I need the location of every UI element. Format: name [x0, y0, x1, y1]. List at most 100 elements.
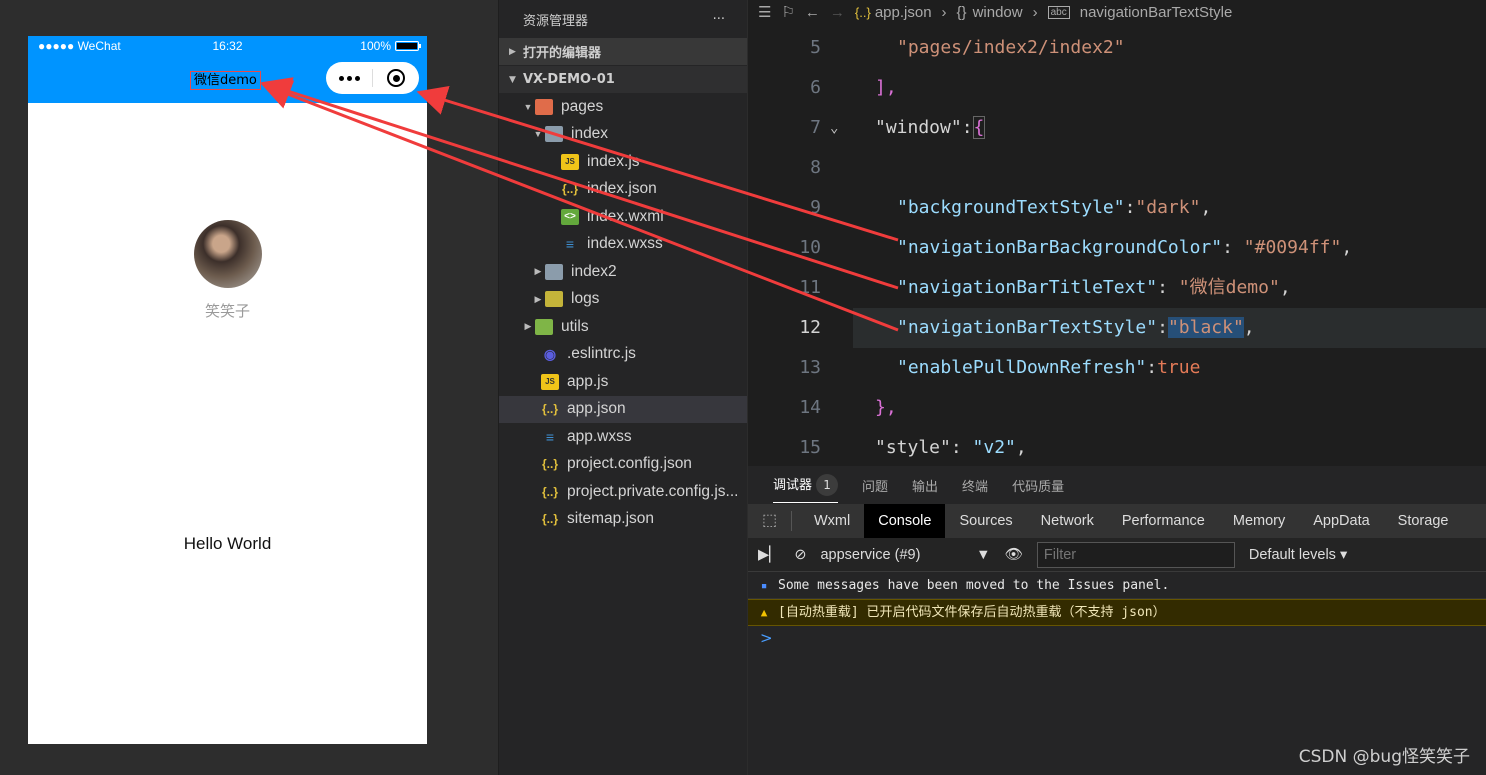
tree-item-pages[interactable]: ▼ pages [499, 93, 747, 121]
tree-item-index-json[interactable]: {..} index.json [499, 176, 747, 204]
js-file-icon: JS [541, 373, 559, 390]
devtools-panel: 调试器 1 问题 输出 终端 代码质量 ⬚ Wxml Console Source… [748, 466, 1486, 775]
avatar [194, 220, 262, 288]
breadcrumb: ☰ ⚐ ← → {..} app.json › {} window › abc … [748, 0, 1486, 24]
console-message-info: ▪ Some messages have been moved to the I… [748, 572, 1486, 599]
console-prompt[interactable]: > [748, 626, 1486, 650]
nav-title: 微信demo [190, 71, 261, 90]
tree-item-label: logs [571, 290, 600, 308]
simulator-pane: ●●●●● WeChat 16:32 100% 微信demo 笑笑子 Hello… [0, 0, 498, 775]
tab-appdata[interactable]: AppData [1299, 504, 1383, 538]
tree-item-label: app.wxss [567, 427, 632, 445]
json-file-icon: {..} [561, 182, 578, 197]
json-key: "navigationBarTitleText" [897, 277, 1158, 298]
tree-item-logs[interactable]: ▶ logs [499, 286, 747, 314]
breadcrumb-property[interactable]: navigationBarTextStyle [1080, 4, 1233, 21]
code-editor: ☰ ⚐ ← → {..} app.json › {} window › abc … [748, 0, 1486, 466]
more-dots-icon[interactable] [326, 75, 372, 81]
file-tree: ▼ pages ▼ index JS index.js {..} index.j… [499, 93, 747, 533]
code-line: 9 "backgroundTextStyle":"dark", [748, 188, 1486, 228]
list-icon[interactable]: ☰ [758, 3, 771, 21]
tab-memory[interactable]: Memory [1219, 504, 1299, 538]
tree-item-index2[interactable]: ▶ index2 [499, 258, 747, 286]
tree-item-utils[interactable]: ▶ utils [499, 313, 747, 341]
json-file-icon: {..} [541, 484, 558, 499]
line-number: 7 [810, 117, 821, 138]
tree-item-label: index [571, 125, 609, 143]
tab-network[interactable]: Network [1027, 504, 1108, 538]
folder-green-icon [535, 318, 553, 335]
fold-chevron-icon[interactable]: ⌄ [830, 108, 838, 148]
back-arrow-icon[interactable]: ← [805, 4, 820, 21]
message-text: [自动热重载] 已开启代码文件保存后自动热重载（不支持 json） [778, 605, 1166, 620]
chevron-right-icon: ▶ [534, 293, 542, 304]
chevron-right-icon: ▶ [534, 266, 542, 277]
tree-item-index[interactable]: ▼ index [499, 121, 747, 149]
bookmark-icon[interactable]: ⚐ [781, 3, 794, 21]
tab-sources[interactable]: Sources [945, 504, 1026, 538]
levels-dropdown[interactable]: Default levels ▾ [1249, 547, 1347, 563]
code-line: 15 "style": "v2", [748, 428, 1486, 468]
code-text: "navigationBarBackgroundColor": "#0094ff… [897, 237, 1353, 258]
tab-performance[interactable]: Performance [1108, 504, 1219, 538]
tree-item-app-json[interactable]: {..} app.json [499, 395, 747, 423]
close-target-icon[interactable] [373, 69, 419, 87]
message-text: Some messages have been moved to the Iss… [778, 577, 1170, 593]
clear-console-icon[interactable]: ⊘ [794, 547, 806, 563]
context-label: appservice (#9) [820, 546, 921, 563]
devtools-tabs: 调试器 1 问题 输出 终端 代码质量 [748, 466, 1486, 504]
tree-item-sitemap[interactable]: {..} sitemap.json [499, 506, 747, 534]
tab-console[interactable]: Console [864, 504, 946, 538]
tab-issues[interactable]: 问题 [862, 476, 888, 495]
json-value: "微信demo" [1178, 277, 1280, 298]
filter-input[interactable] [1036, 541, 1235, 568]
json-value: "black" [1167, 317, 1244, 338]
tab-terminal[interactable]: 终端 [962, 476, 988, 495]
tab-debugger[interactable]: 调试器 1 [773, 473, 839, 503]
tab-code-quality[interactable]: 代码质量 [1012, 476, 1064, 495]
tree-item-index-wxml[interactable]: <> index.wxml [499, 203, 747, 231]
code-text: "backgroundTextStyle":"dark", [897, 197, 1212, 218]
tree-item-eslintrc[interactable]: ◉ .eslintrc.js [499, 341, 747, 369]
tree-item-index-wxss[interactable]: ≡ index.wxss [499, 231, 747, 259]
line-number: 13 [799, 357, 821, 378]
tree-item-label: .eslintrc.js [567, 345, 636, 363]
json-key: "backgroundTextStyle" [897, 197, 1125, 218]
code-text: "style": "v2", [875, 437, 1027, 458]
line-number: 10 [799, 237, 821, 258]
navigation-bar: 微信demo [28, 56, 427, 103]
capsule-menu [326, 62, 419, 94]
wxss-file-icon: ≡ [545, 428, 555, 445]
tree-item-app-wxss[interactable]: ≡ app.wxss [499, 423, 747, 451]
breadcrumb-file[interactable]: app.json [875, 4, 932, 21]
eslint-file-icon: ◉ [543, 345, 557, 362]
forward-arrow-icon[interactable]: → [830, 4, 845, 21]
more-actions-icon[interactable]: ··· [713, 12, 725, 27]
open-editors-section[interactable]: ▶ 打开的编辑器 [499, 38, 747, 65]
line-number: 5 [810, 37, 821, 58]
code-text: "enablePullDownRefresh":true [897, 357, 1201, 378]
app-window: ●●●●● WeChat 16:32 100% 微信demo 笑笑子 Hello… [0, 0, 1486, 775]
tree-item-app-js[interactable]: JS app.js [499, 368, 747, 396]
project-section[interactable]: ▼ VX-DEMO-01 [499, 66, 747, 93]
tree-item-label: index2 [571, 262, 617, 280]
json-value: "#0094ff" [1243, 237, 1342, 258]
eye-icon[interactable]: 👁 [1004, 546, 1022, 563]
tree-item-label: index.wxml [587, 207, 664, 225]
folder-gray-icon [545, 263, 563, 280]
tab-output[interactable]: 输出 [912, 476, 938, 495]
folder-yellow-icon [545, 291, 563, 308]
tab-wxml[interactable]: Wxml [800, 504, 864, 538]
battery-percent: 100% [360, 39, 391, 53]
tab-storage[interactable]: Storage [1384, 504, 1463, 538]
sidebar-toggle-icon[interactable]: ▶▏ [758, 547, 780, 563]
wxss-file-icon: ≡ [565, 236, 575, 253]
breadcrumb-window[interactable]: window [973, 4, 1023, 21]
context-select[interactable]: appservice (#9) ▼ [820, 547, 990, 563]
inspect-element-icon[interactable]: ⬚ [748, 511, 792, 531]
json-file-icon: {..} [541, 512, 558, 527]
tree-item-project-private-config[interactable]: {..} project.private.config.js... [499, 478, 747, 506]
tree-item-index-js[interactable]: JS index.js [499, 148, 747, 176]
tree-item-project-config[interactable]: {..} project.config.json [499, 451, 747, 479]
line-number: 6 [810, 77, 821, 98]
